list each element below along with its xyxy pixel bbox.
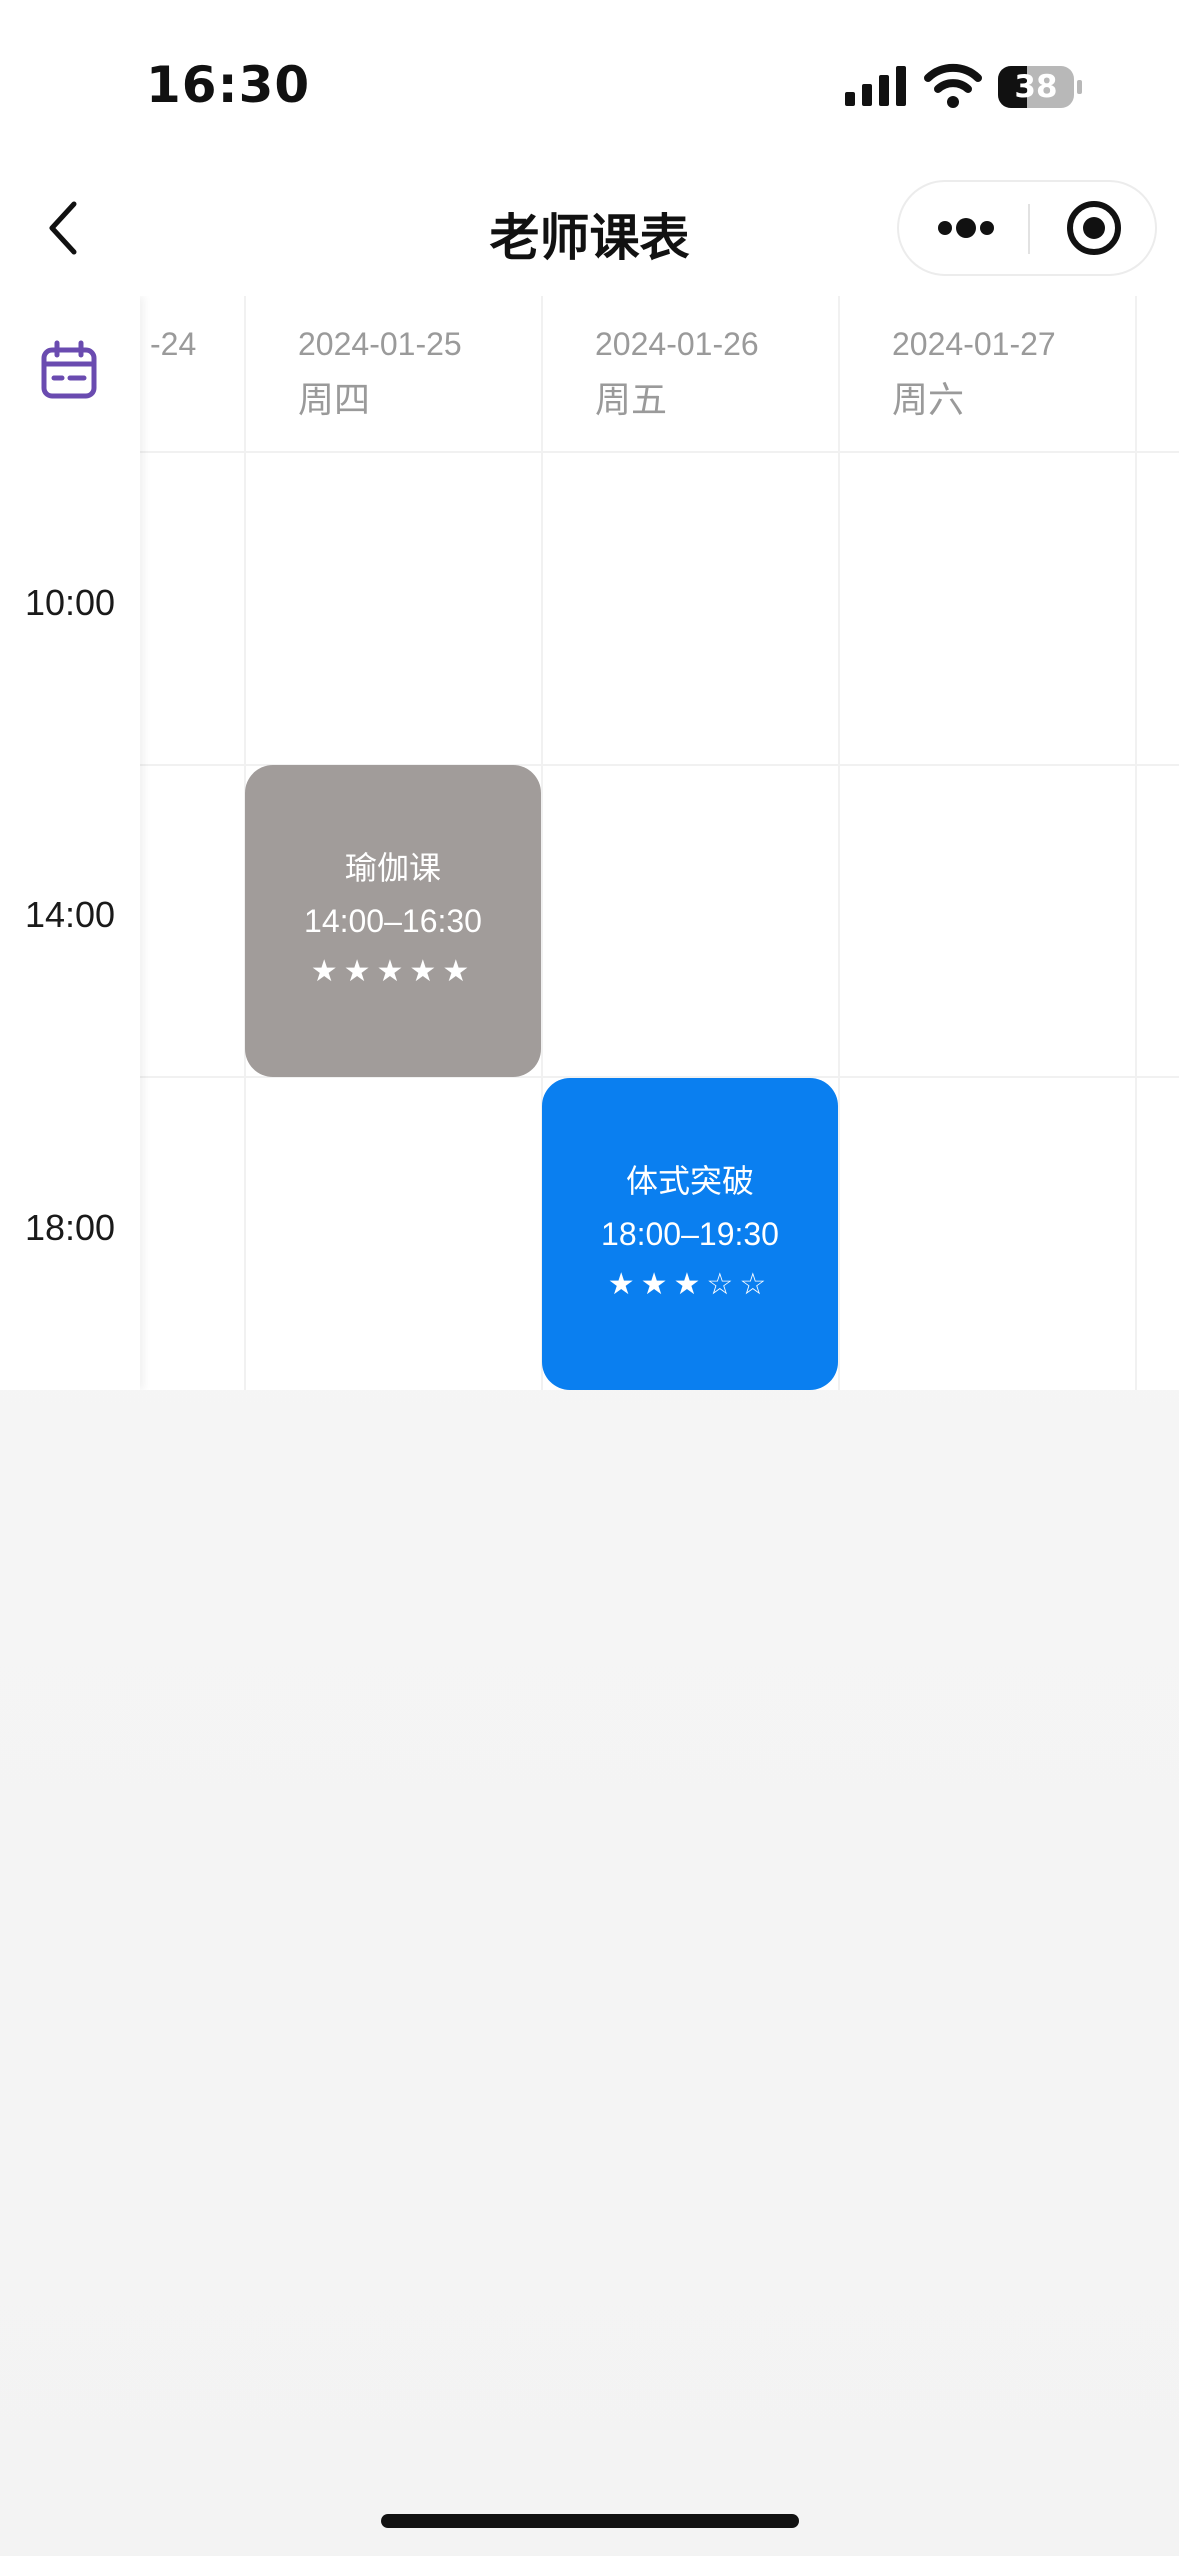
course-card-posture[interactable]: 体式突破 18:00–19:30 ★★★☆☆ <box>542 1078 838 1390</box>
day-weekday: 周六 <box>892 380 965 421</box>
day-header[interactable]: 2024-01-25 周四 <box>298 326 462 446</box>
course-name: 瑜伽课 <box>344 849 441 887</box>
schedule-grid: -24 2024-01-25 周四 2024-01-26 周五 2024-01-… <box>0 296 1179 1390</box>
status-time: 16:30 <box>146 56 311 114</box>
nav-bar: 老师课表 <box>0 170 1179 296</box>
mini-program-capsule <box>897 180 1157 276</box>
course-card-yoga[interactable]: 瑜伽课 14:00–16:30 ★★★★★ <box>245 765 541 1077</box>
course-rating-stars: ★★★★★ <box>310 954 476 989</box>
grid-line <box>140 451 1179 453</box>
day-date: 2024-01-27 <box>892 326 1056 362</box>
cellular-signal-icon <box>845 66 906 106</box>
grid-line <box>1135 296 1137 1390</box>
time-slot-label: 10:00 <box>24 582 116 623</box>
battery-icon: 38 <box>998 66 1082 108</box>
battery-level: 38 <box>1014 69 1058 105</box>
day-header[interactable]: -24 <box>150 326 196 446</box>
day-header[interactable]: 2024-01-26 周五 <box>595 326 759 446</box>
course-time: 18:00–19:30 <box>601 1216 779 1252</box>
wifi-icon <box>924 63 982 108</box>
target-circle-icon[interactable] <box>1049 192 1139 264</box>
status-bar: 16:30 38 <box>0 0 1179 170</box>
time-column: 10:00 14:00 18:00 <box>0 296 140 1390</box>
day-date: 2024-01-26 <box>595 326 759 362</box>
calendar-icon[interactable] <box>38 340 100 402</box>
day-date: 2024-01-25 <box>298 326 462 362</box>
time-slot-label: 18:00 <box>24 1207 116 1248</box>
day-weekday: 周四 <box>298 380 371 421</box>
more-dots-icon[interactable] <box>921 192 1011 264</box>
course-rating-stars: ★★★☆☆ <box>607 1267 773 1302</box>
day-weekday: 周五 <box>595 380 668 421</box>
time-slot-label: 14:00 <box>24 894 116 935</box>
day-header[interactable]: 2024-01-27 周六 <box>892 326 1056 446</box>
course-name: 体式突破 <box>625 1162 754 1200</box>
capsule-divider <box>1028 204 1030 254</box>
home-indicator[interactable] <box>381 2514 799 2528</box>
grid-line <box>838 296 840 1390</box>
course-time: 14:00–16:30 <box>304 903 482 939</box>
day-date: -24 <box>150 326 197 362</box>
